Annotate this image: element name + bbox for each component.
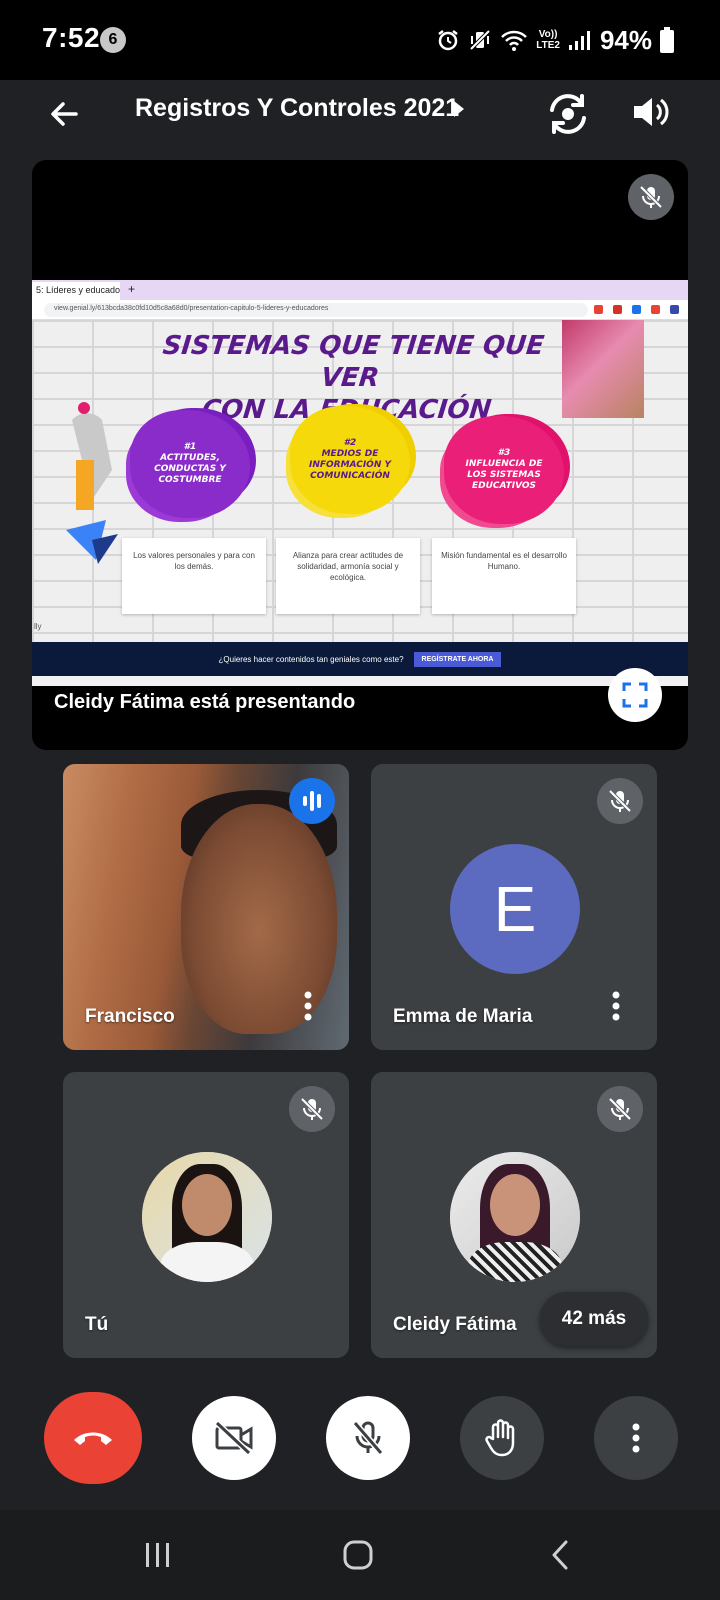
mic-toggle-button[interactable] [326, 1396, 410, 1480]
shared-screen: 5: Líderes y educadores + view.genial.ly… [32, 280, 688, 686]
back-arrow-icon [51, 102, 78, 126]
status-time: 7:52 [42, 22, 101, 53]
slide-card-1: Los valores personales y para con los de… [122, 538, 266, 614]
slide-illustration [66, 402, 118, 564]
battery-icon [660, 27, 674, 53]
switch-camera-icon [550, 94, 586, 134]
browser-tab-strip: 5: Líderes y educadores + [32, 280, 688, 300]
slide-card-2: Alianza para crear actitudes de solidari… [276, 538, 420, 614]
participant-tile-emma-de-maria[interactable]: E Emma de Maria [371, 764, 657, 1050]
home-icon [343, 1540, 373, 1570]
call-controls [0, 1392, 720, 1496]
new-tab-icon: + [128, 282, 136, 296]
camera-off-icon [214, 1421, 253, 1455]
speaker-button[interactable] [628, 90, 672, 139]
mic-off-icon [300, 1097, 324, 1121]
avatar [450, 1152, 580, 1282]
recents-icon [146, 1543, 169, 1567]
mic-off-icon [608, 1097, 632, 1121]
switch-camera-button[interactable] [542, 88, 594, 145]
network-type: Vo)) LTE2 [536, 29, 560, 51]
camera-toggle-button[interactable] [192, 1396, 276, 1480]
wifi-icon [501, 30, 528, 51]
status-bar: 7:52 6 Vo)) LTE2 94% [0, 0, 720, 80]
system-navigation-bar [0, 1510, 720, 1600]
slide-topic-3: #3 INFLUENCIA DE LOS SISTEMAS EDUCATIVOS [444, 416, 564, 524]
mic-off-icon [639, 185, 663, 209]
meeting-title[interactable]: Registros Y Controles 2021 [135, 94, 459, 123]
browser-extension-icons [594, 305, 679, 314]
recent-apps-button[interactable] [136, 1538, 180, 1572]
mic-off-icon [352, 1421, 384, 1455]
avatar [142, 1152, 272, 1282]
raise-hand-icon [485, 1419, 515, 1457]
cta-question: ¿Quieres hacer contenidos tan geniales c… [218, 654, 404, 664]
chevron-left-icon [552, 1540, 568, 1570]
slide-hands-photo [562, 320, 644, 418]
slide-topic-2: #2 MEDIOS DE INFORMACIÓN Y COMUNICACIÓN [290, 406, 410, 514]
raise-hand-button[interactable] [460, 1396, 544, 1480]
fullscreen-button[interactable] [608, 668, 662, 722]
extension-icon [613, 305, 622, 314]
slide-card-3: Misión fundamental es el desarrollo Huma… [432, 538, 576, 614]
participant-name: Tú [85, 1314, 109, 1335]
browser-tab: 5: Líderes y educadores [32, 282, 120, 300]
browser-url-bar: view.genial.ly/613bcda38c0fd10d5c8a68d0/… [32, 300, 688, 320]
browser-url: view.genial.ly/613bcda38c0fd10d5c8a68d0/… [44, 303, 588, 317]
fullscreen-icon [622, 682, 648, 708]
more-vert-icon [304, 991, 312, 1021]
extension-icon [632, 305, 641, 314]
speaker-icon [634, 98, 669, 126]
more-vert-icon [612, 991, 620, 1021]
genially-cta-bar: ¿Quieres hacer contenidos tan geniales c… [32, 642, 688, 676]
extension-icon [594, 305, 603, 314]
mic-off-icon [608, 789, 632, 813]
battery-percentage: 94% [599, 24, 652, 55]
presentation-slide: SISTEMAS QUE TIENE QUE VER CON LA EDUCAC… [32, 320, 688, 642]
meeting-top-bar: Registros Y Controles 2021 [0, 80, 720, 156]
speaking-indicator [289, 778, 335, 824]
end-call-icon [74, 1432, 112, 1445]
participant-name: Francisco [85, 1006, 175, 1027]
vibrate-icon [469, 29, 491, 51]
caret-right-icon[interactable] [452, 100, 466, 118]
presentation-tile[interactable]: 5: Líderes y educadores + view.genial.ly… [32, 160, 688, 750]
participant-name: Emma de Maria [393, 1006, 533, 1027]
system-icons: Vo)) LTE2 94% [436, 20, 674, 60]
extension-icon [670, 305, 679, 314]
participant-tile-self[interactable]: Tú [63, 1072, 349, 1358]
muted-indicator [289, 1086, 335, 1132]
muted-indicator [597, 778, 643, 824]
slide-footer-mark: lly [34, 622, 42, 631]
home-button[interactable] [336, 1538, 380, 1572]
back-button[interactable] [42, 92, 86, 136]
signal-icon [568, 31, 590, 50]
muted-indicator [597, 1086, 643, 1132]
more-options-button[interactable] [594, 1396, 678, 1480]
presenter-muted-indicator [628, 174, 674, 220]
more-participants-button[interactable]: 42 más [540, 1292, 648, 1346]
presenting-label: Cleidy Fátima está presentando [54, 691, 356, 713]
more-vert-icon [632, 1423, 640, 1453]
slide-topic-1: #1 ACTITUDES, CONDUCTAS Y COSTUMBRE [130, 410, 250, 518]
end-call-button[interactable] [44, 1392, 142, 1484]
extension-icon [651, 305, 660, 314]
cta-register-button: REGÍSTRATE AHORA [413, 651, 502, 667]
alarm-icon [438, 30, 458, 51]
avatar: E [450, 844, 580, 974]
participant-options-button[interactable] [601, 986, 631, 1026]
participant-tile-francisco[interactable]: Francisco [63, 764, 349, 1050]
notification-count-badge: 6 [100, 27, 126, 53]
participant-options-button[interactable] [293, 986, 323, 1026]
participant-name: Cleidy Fátima [393, 1314, 517, 1335]
system-back-button[interactable] [538, 1538, 582, 1572]
